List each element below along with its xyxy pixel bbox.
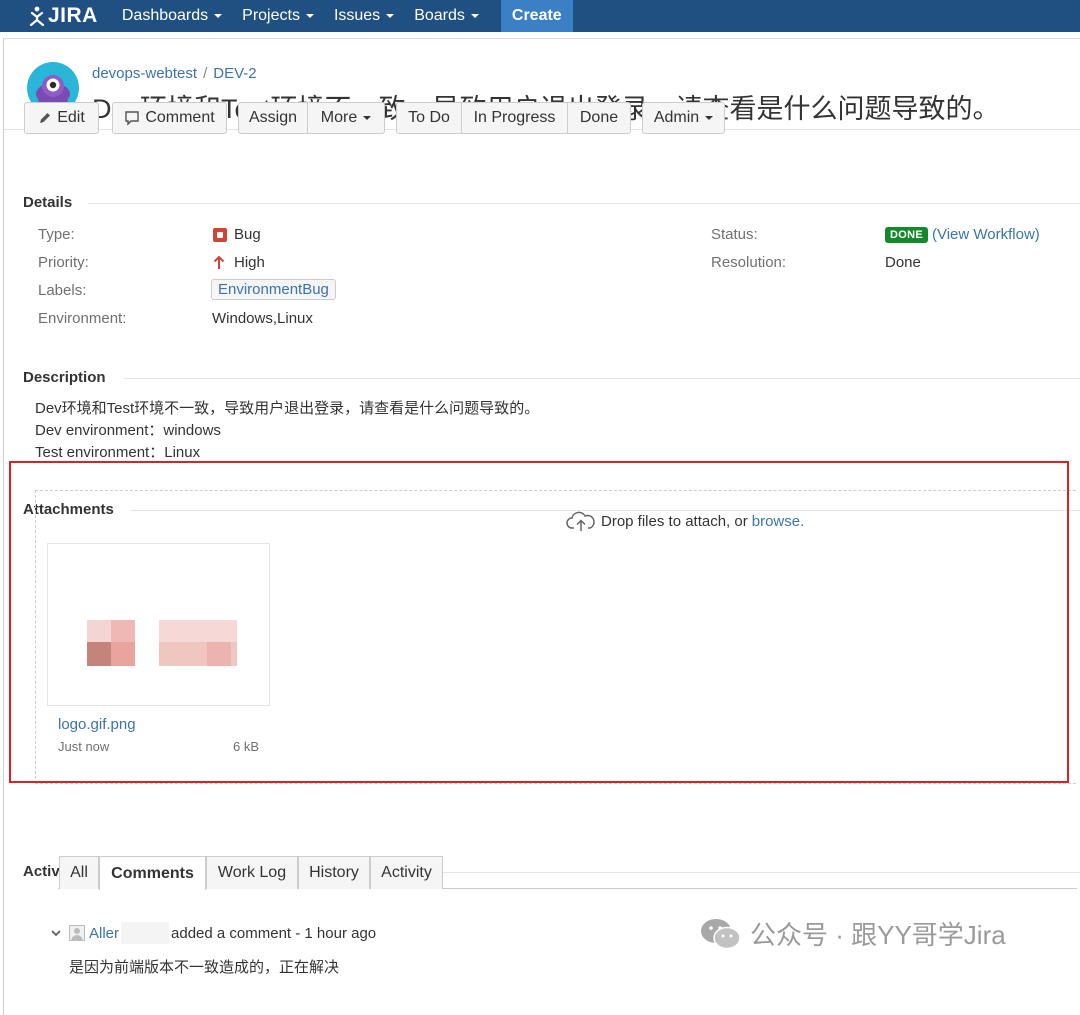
labels-value: EnvironmentBug — [211, 279, 336, 300]
to-do-button-label: To Do — [408, 109, 450, 126]
create-button[interactable]: Create — [500, 0, 573, 32]
done-button-label: Done — [579, 109, 619, 126]
tab-history[interactable]: History — [298, 856, 370, 889]
chevron-down-icon — [386, 14, 395, 18]
comment-button-label: Comment — [145, 109, 215, 126]
edit-button-label: Edit — [57, 109, 85, 126]
done-button[interactable]: Done — [568, 102, 631, 134]
more-button[interactable]: More — [308, 102, 385, 134]
status-value: DONE (View Workflow) — [885, 226, 1040, 243]
labels-label: Labels: — [38, 282, 87, 299]
priority-value-text: High — [234, 254, 265, 271]
to-do-button[interactable]: To Do — [396, 102, 462, 134]
nav-issues-label: Issues — [333, 7, 381, 24]
nav-boards[interactable]: Boards — [404, 0, 489, 32]
comment-header: Aller added a comment - 1 hour ago — [50, 922, 376, 944]
description-line-2: Dev environment：windows — [35, 422, 221, 439]
speech-bubble-icon — [125, 111, 140, 126]
chevron-down-icon — [470, 14, 479, 18]
author-redaction — [121, 922, 170, 944]
nav-projects-label: Projects — [242, 7, 300, 24]
view-workflow-link[interactable]: View Workflow — [937, 226, 1035, 243]
arrow-up-icon — [213, 255, 225, 269]
logo-text: JIRA — [48, 4, 98, 27]
label-tag-environmentbug[interactable]: EnvironmentBug — [211, 279, 336, 300]
priority-value: High — [213, 254, 265, 271]
assign-button-label: Assign — [248, 109, 298, 126]
type-label: Type: — [38, 226, 75, 243]
jira-logo[interactable]: JIRA — [28, 4, 98, 28]
chevron-down-icon — [705, 116, 714, 120]
chevron-down-icon — [305, 14, 314, 18]
watermark: 公众号 · 跟YY哥学Jira — [700, 915, 1006, 952]
comment-author-link[interactable]: Aller — [89, 925, 119, 942]
nav-projects[interactable]: Projects — [232, 0, 324, 32]
jira-logo-icon — [29, 6, 45, 26]
status-label: Status: — [711, 226, 758, 243]
more-button-label: More — [320, 109, 358, 126]
breadcrumb-project-link[interactable]: devops-webtest — [92, 65, 197, 82]
environment-label: Environment: — [38, 310, 127, 327]
priority-label: Priority: — [38, 254, 89, 271]
type-value-text: Bug — [234, 226, 261, 243]
status-badge: DONE — [885, 226, 928, 243]
tab-work-log[interactable]: Work Log — [206, 856, 298, 889]
breadcrumb-separator: / — [203, 65, 208, 82]
comment-meta: added a comment - 1 hour ago — [171, 924, 377, 942]
nav-dashboards-label: Dashboards — [121, 7, 209, 24]
description-divider — [124, 378, 1080, 379]
resolution-value: Done — [885, 254, 921, 271]
admin-button-label: Admin — [653, 109, 700, 126]
user-avatar-icon[interactable] — [69, 925, 85, 941]
in-progress-button[interactable]: In Progress — [462, 102, 568, 134]
tab-comments[interactable]: Comments — [99, 856, 206, 890]
environment-value: Windows,Linux — [212, 310, 313, 327]
chevron-down-icon — [214, 14, 223, 18]
description-heading: Description — [23, 369, 106, 386]
description-line-3: Test environment：Linux — [35, 444, 201, 461]
tab-activity[interactable]: Activity — [370, 856, 443, 889]
view-workflow-paren-close: ) — [1034, 226, 1040, 243]
wechat-icon — [701, 918, 741, 949]
resolution-label: Resolution: — [711, 254, 787, 271]
edit-button[interactable]: Edit — [24, 102, 99, 134]
comment-body: 是因为前端版本不一致造成的，正在解决 — [69, 959, 340, 976]
comment-button[interactable]: Comment — [112, 102, 227, 134]
details-heading: Details — [23, 194, 73, 211]
nav-issues[interactable]: Issues — [324, 0, 404, 32]
chevron-down-icon — [363, 116, 372, 120]
nav-dashboards[interactable]: Dashboards — [112, 0, 232, 32]
chevron-down-icon[interactable] — [50, 928, 62, 938]
nav-boards-label: Boards — [414, 7, 465, 24]
in-progress-button-label: In Progress — [473, 109, 556, 126]
pencil-icon — [40, 113, 51, 123]
breadcrumb: devops-webtest / DEV-2 — [92, 65, 257, 82]
admin-button[interactable]: Admin — [642, 102, 725, 134]
description-line-1: Dev环境和Test环境不一致，导致用户退出登录，请查看是什么问题导致的。 — [35, 400, 540, 417]
assign-button[interactable]: Assign — [238, 102, 308, 134]
top-navigation-bar: JIRA Dashboards Projects Issues Boards C… — [0, 0, 1080, 32]
tab-all[interactable]: All — [59, 856, 99, 889]
breadcrumb-issue-key-link[interactable]: DEV-2 — [213, 65, 256, 82]
type-value: Bug — [213, 226, 261, 243]
watermark-text: 公众号 · 跟YY哥学Jira — [750, 920, 1006, 950]
highlight-box — [9, 461, 1069, 783]
bug-icon — [213, 227, 227, 242]
details-divider — [88, 203, 1080, 204]
